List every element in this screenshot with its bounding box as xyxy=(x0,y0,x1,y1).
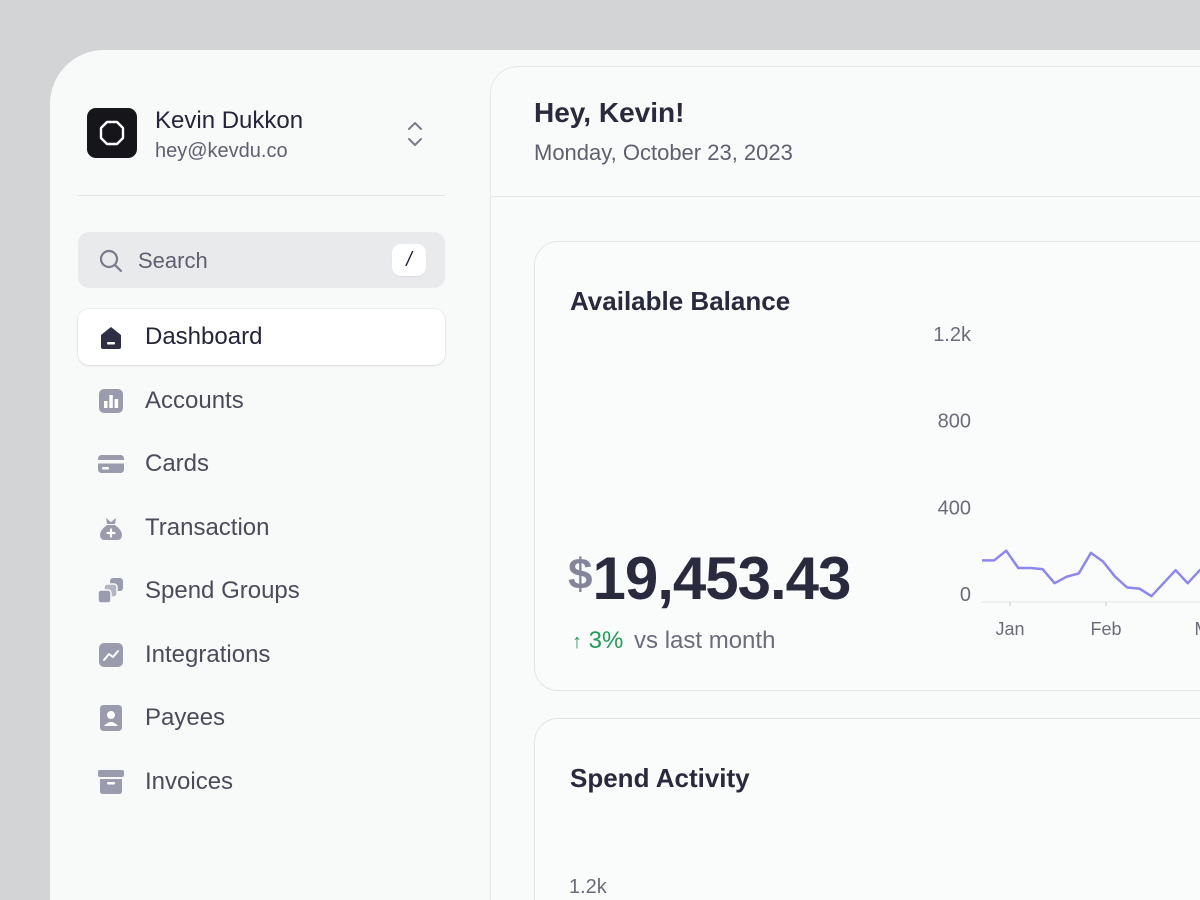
sidebar-item-payees[interactable]: Payees xyxy=(78,690,445,746)
sidebar-item-label: Spend Groups xyxy=(145,577,300,604)
sidebar: Kevin Dukkon hey@kevdu.co Search / Dashb… xyxy=(50,50,490,900)
change-percent: 3% xyxy=(588,627,624,654)
main-panel: Hey, Kevin! Monday, October 23, 2023 Ava… xyxy=(490,66,1200,900)
balance-value: 19,453.43 xyxy=(592,545,851,612)
currency-symbol: $ xyxy=(568,550,593,599)
sidebar-item-label: Payees xyxy=(145,704,226,731)
sidebar-divider xyxy=(78,195,445,196)
sidebar-item-label: Accounts xyxy=(145,386,244,414)
search-icon xyxy=(99,249,123,273)
arrow-up-icon: ↑ xyxy=(572,631,582,653)
profile-name: Kevin Dukkon xyxy=(155,107,304,134)
sidebar-item-label: Invoices xyxy=(145,767,234,795)
chevron-up-down-icon[interactable] xyxy=(405,120,425,148)
sidebar-item-dashboard[interactable]: Dashboard xyxy=(78,309,445,365)
spend-activity-card: Spend Activity 1.2k xyxy=(534,718,1200,900)
y-tick-label: 0 xyxy=(960,584,971,606)
sidebar-item-integrations[interactable]: Integrations xyxy=(78,627,445,683)
app-window: Kevin Dukkon hey@kevdu.co Search / Dashb… xyxy=(50,50,1200,900)
contact-icon xyxy=(100,705,122,731)
search-placeholder: Search xyxy=(138,248,208,273)
x-tick-label: Jan xyxy=(995,619,1024,639)
sidebar-item-label: Cards xyxy=(145,450,210,477)
sidebar-nav: Dashboard Accounts Cards Transaction Spe… xyxy=(78,309,445,817)
octagon-logo-icon xyxy=(99,120,125,146)
account-switcher[interactable]: Kevin Dukkon hey@kevdu.co xyxy=(87,107,445,162)
y-tick-label: 800 xyxy=(938,411,971,433)
y-tick-label: 1.2k xyxy=(933,324,972,346)
sidebar-item-transaction[interactable]: Transaction xyxy=(78,500,445,556)
balance-series-line xyxy=(982,549,1200,598)
money-bag-icon xyxy=(100,517,122,540)
balance-change: ↑ 3% vs last month xyxy=(572,627,775,655)
sidebar-item-accounts[interactable]: Accounts xyxy=(78,373,445,429)
balance-amount: $19,453.43 xyxy=(568,544,851,613)
home-icon xyxy=(101,327,121,349)
current-date: Monday, October 23, 2023 xyxy=(534,140,793,165)
bar-chart-icon xyxy=(99,388,123,413)
sidebar-item-label: Dashboard xyxy=(145,323,263,350)
y-tick-label: 1.2k xyxy=(569,876,608,898)
stacked-cards-icon xyxy=(98,578,123,604)
page-title: Hey, Kevin! xyxy=(534,97,685,128)
sidebar-item-spend-groups[interactable]: Spend Groups xyxy=(78,563,445,619)
spend-y-tick: 1.2k xyxy=(569,876,608,898)
sidebar-item-label: Integrations xyxy=(145,640,271,668)
change-label: vs last month xyxy=(634,627,776,654)
line-chart-icon xyxy=(99,642,123,667)
profile-email: hey@kevdu.co xyxy=(155,140,288,162)
y-tick-label: 400 xyxy=(938,497,971,519)
workspace-logo xyxy=(87,108,137,158)
sidebar-item-invoices[interactable]: Invoices xyxy=(78,754,445,810)
sidebar-item-label: Transaction xyxy=(145,513,270,541)
archive-icon xyxy=(98,769,124,794)
search-shortcut-key: / xyxy=(392,244,426,276)
balance-line-chart: 0 400 800 1.2k Jan Feb M xyxy=(933,324,1200,639)
credit-card-icon xyxy=(98,455,124,473)
available-balance-card: Available Balance $19,453.43 ↑ 3% vs las… xyxy=(534,241,1200,691)
search-input[interactable]: Search / xyxy=(78,232,445,288)
sidebar-item-cards[interactable]: Cards xyxy=(78,436,445,492)
card-title: Spend Activity xyxy=(570,763,750,793)
card-title: Available Balance xyxy=(570,286,791,316)
x-tick-label: M xyxy=(1195,619,1200,639)
header-divider xyxy=(491,196,1200,197)
x-tick-label: Feb xyxy=(1090,619,1121,639)
